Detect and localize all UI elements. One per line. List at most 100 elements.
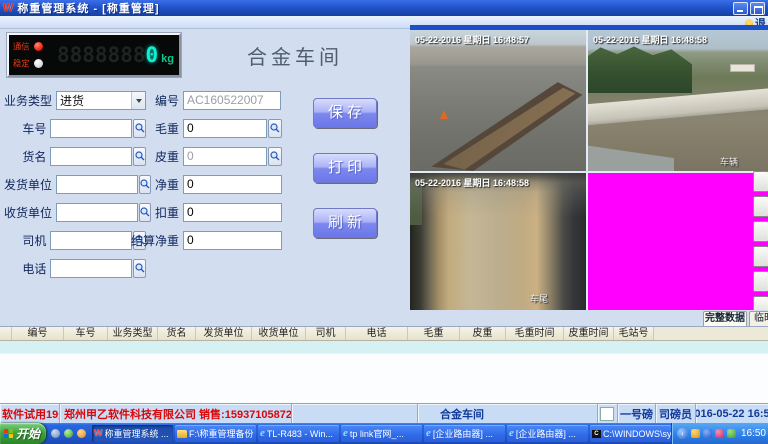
window-controls <box>733 2 765 15</box>
serial-label: 编号 <box>133 92 183 109</box>
receiver-label: 收货单位 <box>4 204 56 221</box>
task-router-page-1[interactable]: eTL-R483 - Win... <box>258 425 339 442</box>
col-goods[interactable]: 货名 <box>158 327 196 340</box>
status-bar: 软件试用19天 郑州甲乙软件科技有限公司 销售:15937105872 技术:1… <box>0 403 768 423</box>
tray-collapse-icon[interactable]: ‹ <box>677 428 688 439</box>
driver-label: 司机 <box>4 232 50 249</box>
settle-net-row: 结算净重 <box>127 230 285 250</box>
stable-led-icon <box>34 59 43 68</box>
weighing-app-icon: W <box>94 429 103 438</box>
net-input[interactable] <box>183 175 282 194</box>
task-router-admin-1[interactable]: e[企业路由器] ... <box>424 425 505 442</box>
tare-lookup-button[interactable] <box>268 147 282 166</box>
start-button[interactable]: 开始 <box>0 423 46 444</box>
side-toolbar <box>753 171 768 317</box>
taskbar: 开始 W称重管理系统 ... F:\称重管理备份 eTL-R483 - Win.… <box>0 423 768 444</box>
led-indicators: 通信 稳定 <box>9 40 43 70</box>
camera3-timestamp: 05-22-2016 星期日 16:48:58 <box>415 176 529 189</box>
settle-net-label: 结算净重 <box>127 232 183 249</box>
empty-table-row[interactable] <box>0 341 768 354</box>
phone-lookup-button[interactable] <box>133 259 146 278</box>
minimize-button[interactable] <box>733 2 748 15</box>
col-sender[interactable]: 发货单位 <box>196 327 252 340</box>
tray-user-icon[interactable] <box>691 429 700 438</box>
col-vehicle[interactable]: 车号 <box>64 327 108 340</box>
camera3-channel-label: 车尾 <box>530 292 548 305</box>
save-button[interactable]: 保存 <box>313 98 377 128</box>
col-receiver[interactable]: 收货单位 <box>252 327 306 340</box>
side-tool-button[interactable] <box>753 196 768 217</box>
settle-net-input[interactable] <box>183 231 282 250</box>
camera-view-front[interactable]: 05-22-2016 星期日 16:48:57 <box>410 30 586 171</box>
company-info: 郑州甲乙软件科技有限公司 销售:15937105872 技术:185038562… <box>64 406 292 422</box>
gross-lookup-button[interactable] <box>268 119 282 138</box>
col-tare-time[interactable]: 皮重时间 <box>564 327 614 340</box>
tray-red-icon[interactable] <box>715 429 724 438</box>
ie-icon: e <box>509 429 514 438</box>
quick-launch-orange-icon[interactable] <box>77 429 86 438</box>
task-tplink-site[interactable]: etp link官网_... <box>341 425 422 442</box>
col-station[interactable]: 毛站号 <box>614 327 654 340</box>
col-phone[interactable]: 电话 <box>346 327 408 340</box>
goods-row: 货名 <box>4 146 146 166</box>
quick-launch-green-icon[interactable] <box>64 429 73 438</box>
trees-shape <box>588 46 692 94</box>
deduct-input[interactable] <box>183 203 282 222</box>
sender-input[interactable] <box>56 175 138 194</box>
camera-grid: 05-22-2016 星期日 16:48:57 05-22-2016 星期日 1… <box>410 30 768 310</box>
refresh-button[interactable]: 刷新 <box>313 208 377 238</box>
driver-row: 司机 <box>4 230 146 250</box>
side-tool-button[interactable] <box>753 171 768 192</box>
ghost-digits: 8888888 <box>57 43 146 67</box>
driver-input[interactable] <box>50 231 132 250</box>
col-serial[interactable]: 编号 <box>12 327 64 340</box>
task-weighing-system[interactable]: W称重管理系统 ... <box>92 425 173 442</box>
camera2-channel-label: 车辆 <box>720 155 738 168</box>
status-datetime: 2016-05-22 16:50 <box>696 408 768 420</box>
col-tare[interactable]: 皮重 <box>460 327 506 340</box>
camera-view-yard[interactable]: 05-22-2016 星期日 16:48:58 车辆 <box>588 30 768 171</box>
camera-view-deck[interactable]: 05-22-2016 星期日 16:48:58 车尾 <box>410 173 586 310</box>
windows-logo-icon <box>4 429 13 438</box>
tray-green-icon[interactable] <box>727 429 736 438</box>
gross-row: 毛重 <box>133 118 285 138</box>
receiver-input[interactable] <box>56 203 138 222</box>
data-tabs-row: 完整数据 临时 <box>0 310 768 326</box>
serial-input <box>183 91 281 110</box>
tray-clock: 16:50 <box>739 428 766 439</box>
tab-complete-data[interactable]: 完整数据 <box>703 311 747 326</box>
col-driver[interactable]: 司机 <box>306 327 346 340</box>
serial-row: 编号 <box>133 90 285 110</box>
phone-row: 电话 <box>4 258 146 278</box>
col-business-type[interactable]: 业务类型 <box>108 327 158 340</box>
task-cmd-window[interactable]: CC:\WINDOWS\sy... <box>590 425 671 442</box>
phone-input[interactable] <box>50 259 132 278</box>
side-tool-button[interactable] <box>753 221 768 242</box>
table-header-row: 编号 车号 业务类型 货名 发货单位 收货单位 司机 电话 毛重 皮重 毛重时间… <box>0 327 768 341</box>
tab-temp-data[interactable]: 临时 <box>749 311 768 326</box>
show-desktop-icon[interactable] <box>51 429 60 438</box>
status-workshop: 合金车间 <box>440 406 484 422</box>
main-panel: 通信 稳定 88888880 kg 合金车间 业务类型 进货 编号 <box>0 29 768 310</box>
net-row: 净重 <box>133 174 285 194</box>
maximize-button[interactable] <box>750 2 765 15</box>
gross-input[interactable] <box>183 119 267 138</box>
start-label: 开始 <box>16 425 40 442</box>
side-tool-button[interactable] <box>753 246 768 267</box>
tray-network-icon[interactable] <box>703 429 712 438</box>
task-backup-folder[interactable]: F:\称重管理备份 <box>175 425 256 442</box>
goods-input[interactable] <box>50 147 132 166</box>
print-button[interactable]: 打印 <box>313 153 377 183</box>
camera-view-no-signal[interactable] <box>588 173 768 310</box>
col-gross[interactable]: 毛重 <box>408 327 460 340</box>
status-checkbox[interactable] <box>600 407 614 421</box>
row-selector-column <box>0 327 12 340</box>
system-tray: ‹ 16:50 <box>671 423 768 444</box>
sender-label: 发货单位 <box>4 176 56 193</box>
col-gross-time[interactable]: 毛重时间 <box>506 327 564 340</box>
task-router-admin-2[interactable]: e[企业路由器] ... <box>507 425 588 442</box>
side-tool-button[interactable] <box>753 271 768 292</box>
vehicle-input[interactable] <box>50 119 132 138</box>
cmd-icon: C <box>592 430 601 438</box>
weight-value: 0 <box>146 43 159 67</box>
